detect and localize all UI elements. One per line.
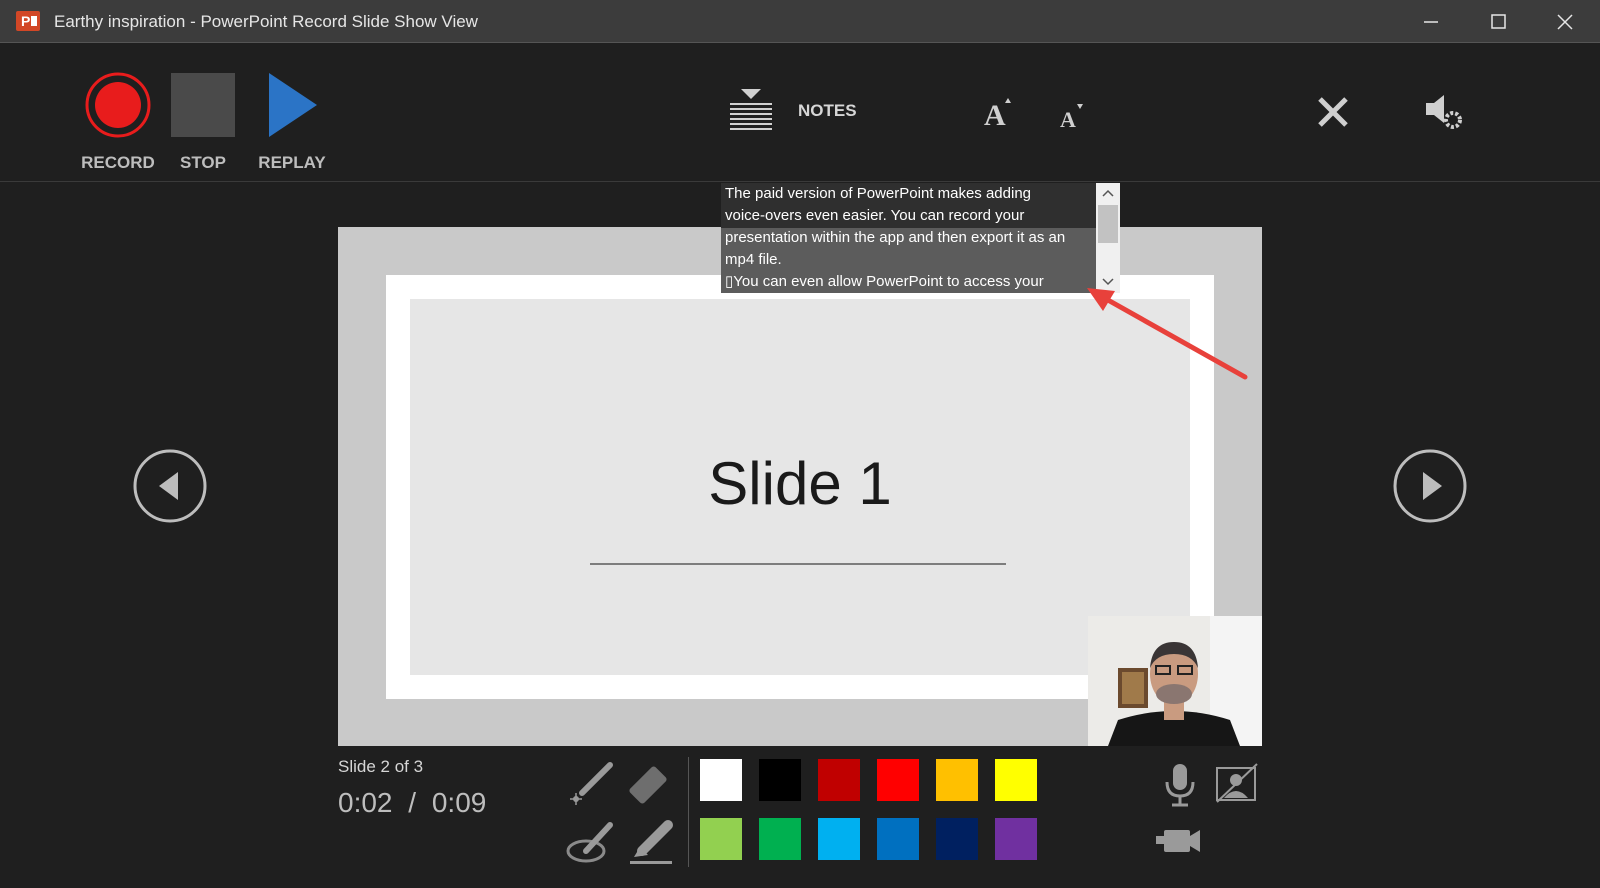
replay-label: REPLAY	[258, 153, 326, 172]
scrollbar-thumb[interactable]	[1098, 205, 1118, 243]
color-swatch[interactable]	[698, 757, 744, 803]
presenter-video	[1088, 616, 1262, 746]
minimize-button[interactable]	[1398, 0, 1464, 42]
slide-divider	[590, 563, 1006, 565]
video-camera-icon	[1156, 830, 1200, 852]
microphone-button[interactable]	[1162, 762, 1198, 810]
camera-preview-toggle-button[interactable]	[1214, 762, 1260, 806]
color-swatch[interactable]	[757, 757, 803, 803]
time-total: 0:09	[431, 787, 487, 818]
chevron-up-icon	[1102, 189, 1114, 197]
tool-divider	[688, 757, 689, 867]
notes-button[interactable]: NOTES	[728, 87, 868, 137]
next-slide-button[interactable]	[1392, 448, 1468, 524]
highlighter-button[interactable]	[626, 817, 680, 869]
notes-icon	[730, 89, 772, 130]
color-swatch[interactable]	[757, 816, 803, 862]
color-swatch[interactable]	[993, 816, 1039, 862]
maximize-button[interactable]	[1465, 0, 1531, 42]
play-icon	[269, 73, 317, 137]
color-swatch[interactable]	[698, 816, 744, 862]
svg-text:P: P	[21, 13, 30, 29]
pen-button[interactable]	[566, 817, 620, 869]
increase-font-button[interactable]: A	[980, 95, 1020, 132]
time-separator: /	[408, 787, 417, 818]
stop-label: STOP	[180, 153, 226, 172]
chevron-left-icon	[133, 449, 207, 523]
record-toolbar: RECORD STOP REPLAY NOTES A A	[0, 43, 1600, 182]
camera-preview-off-icon	[1216, 763, 1258, 803]
notes-scrollbar[interactable]	[1096, 183, 1120, 293]
record-label: RECORD	[81, 153, 155, 172]
color-swatch[interactable]	[816, 757, 862, 803]
speaker-settings-icon	[1426, 95, 1462, 129]
camera-button[interactable]	[1154, 822, 1202, 858]
record-button[interactable]: RECORD	[78, 71, 158, 181]
color-swatch[interactable]	[993, 757, 1039, 803]
laser-pointer-button[interactable]	[566, 757, 620, 809]
close-icon	[1318, 97, 1348, 127]
highlighter-icon	[630, 820, 673, 864]
pen-color-palette	[698, 757, 1046, 867]
color-swatch[interactable]	[934, 816, 980, 862]
powerpoint-icon: P	[16, 11, 40, 31]
chevron-right-icon	[1393, 449, 1467, 523]
slide-counter: Slide 2 of 3	[338, 757, 424, 776]
laser-pointer-icon	[570, 762, 613, 805]
notes-label: NOTES	[798, 101, 857, 120]
annotation-arrow	[1087, 288, 1248, 380]
speaker-notes-text: The paid version of PowerPoint makes add…	[725, 185, 1066, 290]
microphone-icon	[1165, 764, 1195, 807]
font-increase-icon: A	[984, 98, 1011, 132]
color-swatch[interactable]	[816, 816, 862, 862]
window-title: Earthy inspiration - PowerPoint Record S…	[54, 12, 478, 31]
exit-button[interactable]	[1314, 93, 1354, 133]
color-swatch[interactable]	[934, 757, 980, 803]
slide-title: Slide 1	[708, 450, 892, 517]
eraser-icon	[629, 766, 667, 804]
close-window-button[interactable]	[1532, 0, 1598, 42]
speaker-notes-box[interactable]: The paid version of PowerPoint makes add…	[721, 183, 1096, 293]
replay-button[interactable]: REPLAY	[252, 71, 332, 181]
pen-icon	[566, 822, 613, 863]
previous-slide-button[interactable]	[132, 448, 208, 524]
svg-text:A: A	[1060, 107, 1076, 131]
slide-content-panel: Slide 1	[410, 299, 1190, 675]
webcam-preview	[1088, 616, 1262, 746]
record-icon	[85, 72, 151, 138]
recording-timer: 0:02 / 0:09	[338, 787, 486, 819]
title-bar: P Earthy inspiration - PowerPoint Record…	[0, 0, 1600, 43]
settings-button[interactable]	[1422, 93, 1466, 133]
stop-icon	[171, 73, 235, 137]
time-current: 0:02	[338, 787, 393, 818]
stop-button[interactable]: STOP	[168, 71, 238, 181]
font-decrease-icon: A	[1060, 104, 1083, 132]
maximize-icon	[1491, 14, 1506, 29]
eraser-button[interactable]	[626, 757, 680, 809]
svg-text:A: A	[984, 99, 1006, 131]
color-swatch[interactable]	[875, 816, 921, 862]
close-icon	[1557, 14, 1573, 30]
decrease-font-button[interactable]: A	[1056, 101, 1092, 132]
minimize-icon	[1424, 21, 1438, 23]
color-swatch[interactable]	[875, 757, 921, 803]
